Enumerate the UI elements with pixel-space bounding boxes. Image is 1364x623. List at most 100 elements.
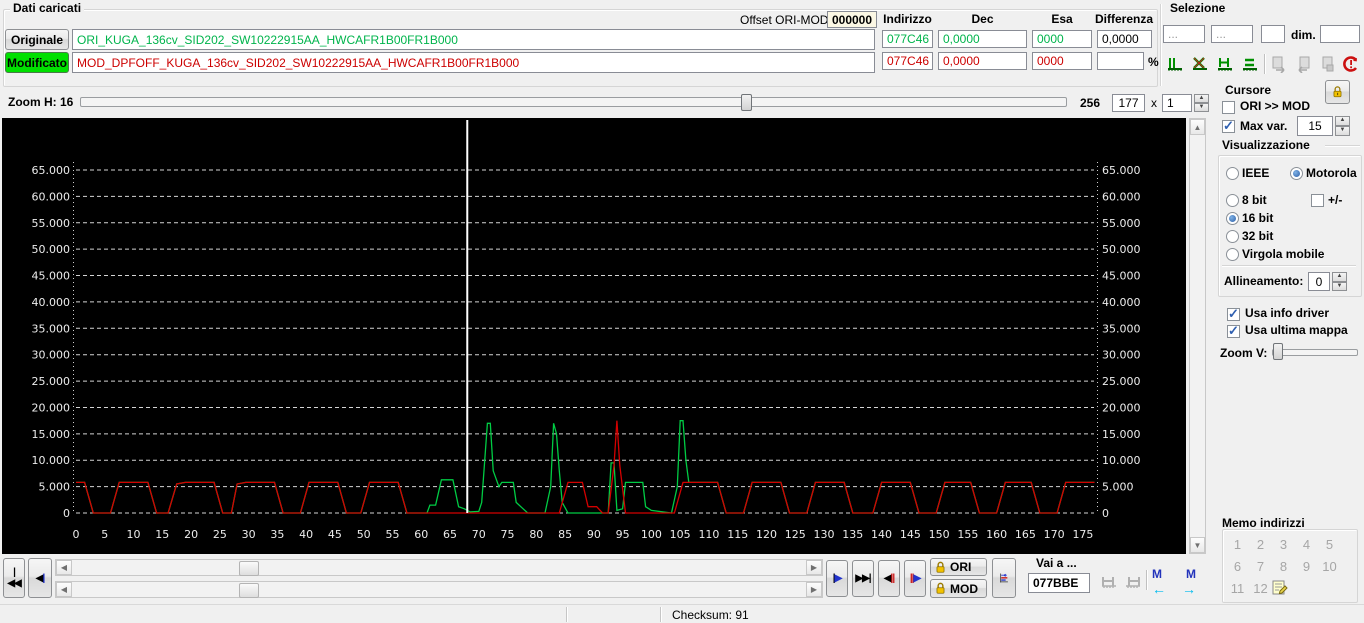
svg-text:20.000: 20.000 [32,401,71,414]
copy-to-mod-icon-disabled [1268,53,1290,75]
lock-button[interactable] [1325,80,1350,104]
originale-file-field[interactable]: ORI_KUGA_136cv_SID202_SW10222915AA_HWCAF… [72,29,875,50]
scroll-left-icon[interactable]: ◀ [56,560,72,575]
go-first-button[interactable]: |◀◀ [3,558,25,598]
marker-next-button[interactable]: M→ [1182,567,1196,597]
scroll-right-icon[interactable]: ▶ [806,560,822,575]
zoom-h-thumb[interactable] [741,94,752,111]
selection-width-icon[interactable] [1214,53,1236,75]
vai-a-field[interactable]: 077BBE [1028,573,1090,593]
ori-mod-checkbox-label: ORI >> MOD [1240,99,1310,113]
svg-text:115: 115 [727,528,748,541]
svg-text:25.000: 25.000 [1102,375,1141,388]
zoom-h-trackbar[interactable] [80,97,1067,107]
step-fwd-button[interactable]: |▶ [826,560,848,597]
svg-text:55.000: 55.000 [1102,217,1141,230]
graph-vertical-scrollbar[interactable]: ▲ ▼ [1189,118,1206,554]
radio-32bit[interactable] [1226,230,1239,243]
max-var-field[interactable]: 15 [1297,116,1333,136]
compare-view-button[interactable] [992,558,1016,598]
radio-8bit[interactable] [1226,194,1239,207]
ori-mod-checkbox[interactable] [1222,101,1235,114]
dim-field[interactable] [1320,25,1360,43]
hex-graph-view[interactable]: 05.00010.00015.00020.00025.00030.00035.0… [2,118,1186,554]
usa-ultima-mappa-checkbox[interactable] [1227,325,1240,338]
svg-text:90: 90 [587,528,601,541]
selezione-from-field[interactable]: ... [1163,25,1205,43]
svg-text:135: 135 [842,528,863,541]
selezione-small-field[interactable] [1261,25,1285,43]
zoom-v-trackbar[interactable] [1272,349,1358,356]
go-prev-button[interactable]: ◀| [28,558,52,598]
zoom-v-thumb[interactable] [1273,343,1283,360]
scroll-left-icon[interactable]: ◀ [56,582,72,597]
scroll-right-icon[interactable]: ▶ [806,582,822,597]
ori-lock-button[interactable]: ORI [930,558,987,576]
svg-text:0: 0 [63,507,70,520]
svg-text:80: 80 [529,528,543,541]
memo-slot: 1 [1226,534,1249,556]
selection-height-icon[interactable] [1239,53,1261,75]
allineamento-field[interactable]: 0 [1308,272,1330,291]
memo-store-icon-disabled [1098,571,1120,593]
marker-prev-button[interactable]: M← [1152,567,1166,597]
scroll-down-icon[interactable]: ▼ [1190,537,1205,553]
svg-text:25: 25 [213,528,227,541]
svg-text:40.000: 40.000 [32,296,71,309]
mod-lock-button[interactable]: MOD [930,579,987,598]
svg-text:130: 130 [814,528,835,541]
radio-16bit[interactable] [1226,212,1239,225]
graph-scrollbar-ori[interactable]: ◀ ▶ [55,559,823,576]
radio-16bit-label: 16 bit [1242,211,1273,225]
radio-motorola[interactable] [1290,167,1303,180]
max-var-checkbox[interactable] [1222,120,1235,133]
radio-virgola-mobile[interactable] [1226,248,1239,261]
map-width-field[interactable]: 177 [1112,94,1145,112]
modificato-button[interactable]: Modificato [5,52,69,73]
allineamento-spinner[interactable]: ▲ ▼ [1332,272,1347,291]
jump-fwd-button[interactable]: ||▶ [904,560,926,597]
svg-text:155: 155 [957,528,978,541]
svg-text:65.000: 65.000 [32,164,71,177]
modificato-file-field[interactable]: MOD_DPFOFF_KUGA_136cv_SID202_SW10222915A… [72,52,875,73]
svg-text:120: 120 [756,528,777,541]
go-last-button[interactable]: ▶▶| [852,560,874,597]
svg-text:70: 70 [472,528,486,541]
spin-down-icon[interactable]: ▼ [1332,282,1347,292]
plusminus-checkbox[interactable] [1311,194,1324,207]
max-var-spinner[interactable]: ▲ ▼ [1335,116,1350,136]
memo-note-icon[interactable] [1271,578,1289,599]
ori-esa-field: 0000 [1032,30,1092,48]
svg-text:140: 140 [871,528,892,541]
svg-text:160: 160 [986,528,1007,541]
selezione-to-field[interactable]: ... [1211,25,1253,43]
svg-text:65: 65 [443,528,457,541]
spin-up-icon[interactable]: ▲ [1194,94,1209,103]
radio-ieee[interactable] [1226,167,1239,180]
offset-ori-mod-field[interactable]: 000000 [827,11,877,28]
map-height-field[interactable]: 1 [1162,94,1192,112]
usa-info-driver-checkbox[interactable] [1227,308,1240,321]
scroll-up-icon[interactable]: ▲ [1190,119,1205,135]
zoom-h-max-label: 256 [1080,96,1100,110]
visualizzazione-line [1325,145,1360,146]
memo-slot: 12 [1249,578,1272,600]
scrollbar-thumb[interactable] [239,583,259,598]
graph-scrollbar-mod[interactable]: ◀ ▶ [55,581,823,598]
map-size-spinner[interactable]: ▲ ▼ [1194,94,1209,112]
spin-down-icon[interactable]: ▼ [1335,126,1350,136]
radio-virgola-mobile-label: Virgola mobile [1242,247,1324,261]
vai-a-label: Vai a ... [1036,556,1077,570]
svg-text:170: 170 [1044,528,1065,541]
memo-slot: 5 [1318,534,1341,556]
selection-cancel-icon[interactable] [1189,53,1211,75]
spin-up-icon[interactable]: ▲ [1332,272,1347,282]
originale-button[interactable]: Originale [5,29,69,50]
checksum-icon[interactable] [1340,53,1362,75]
spin-down-icon[interactable]: ▼ [1194,103,1209,112]
scrollbar-thumb[interactable] [239,561,259,576]
selection-start-icon[interactable] [1164,53,1186,75]
svg-text:125: 125 [785,528,806,541]
spin-up-icon[interactable]: ▲ [1335,116,1350,126]
jump-back-button[interactable]: ◀|| [878,560,900,597]
